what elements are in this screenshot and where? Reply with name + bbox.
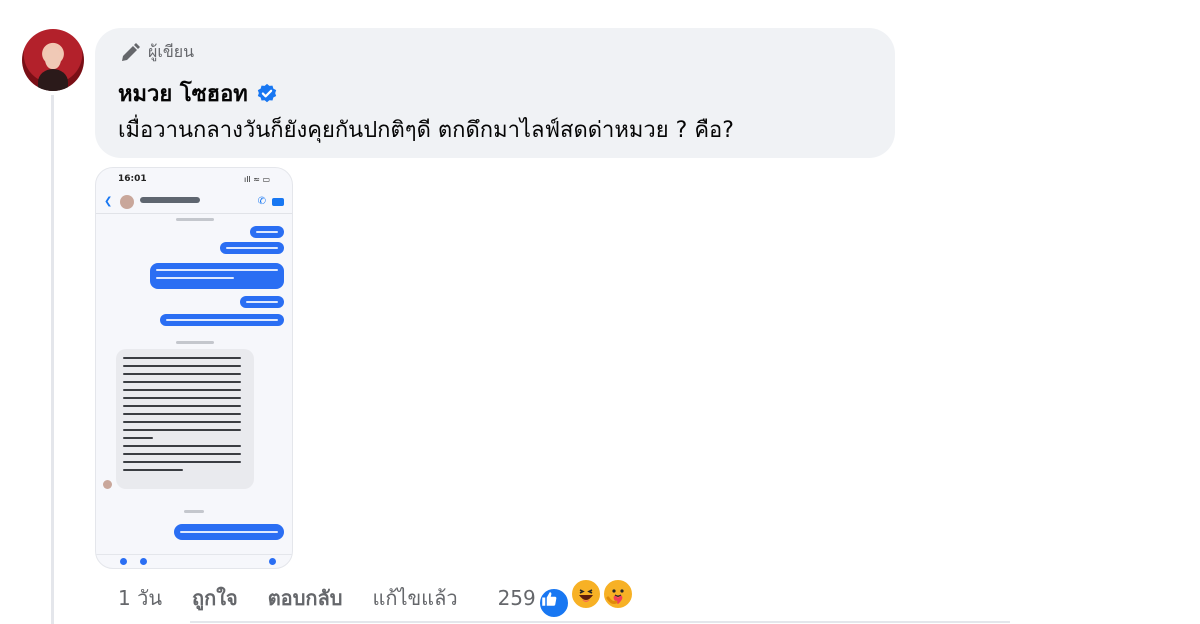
author-name-row: หมวย โซฮอท [118,76,278,111]
back-icon: ❮ [104,196,113,207]
author-avatar[interactable] [22,29,84,91]
reaction-count[interactable]: 259 [498,586,536,610]
chat-camera-icon [120,558,127,565]
video-call-icon [272,198,284,206]
comment-actions: 1 วัน ถูกใจ ตอบกลับ แก้ไขแล้ว 259 [118,577,635,619]
chat-message-out [220,242,284,254]
author-name[interactable]: หมวย โซฮอท [118,76,248,111]
care-icon [602,577,635,610]
verified-badge-icon [257,83,276,102]
avatar-face [45,47,61,69]
phone-status-icons: ıll ≈ ▭ [243,175,270,184]
pencil-icon [122,42,140,61]
chat-contact-avatar [120,195,134,209]
chat-timestamp [184,510,204,513]
chat-contact-name [140,197,200,203]
reply-button[interactable]: ตอบกลับ [268,582,343,614]
comment-timestamp[interactable]: 1 วัน [118,582,162,614]
chat-message-in [116,349,254,489]
thread-line [51,95,54,624]
reactions-summary[interactable] [537,577,635,619]
comment-image-attachment[interactable]: 16:01 ıll ≈ ▭ ❮ ✆ [95,167,293,569]
phone-status-time: 16:01 [118,174,147,184]
haha-icon [570,577,603,610]
chat-message-out [250,226,284,238]
comment-text: เมื่อวานกลางวันก็ยังคุยกันปกติๆดี ตกดึกม… [118,118,734,143]
edited-label[interactable]: แก้ไขแล้ว [372,582,457,614]
like-button[interactable]: ถูกใจ [192,582,238,614]
author-badge-label: ผู้เขียน [148,42,195,61]
chat-message-out [160,314,284,326]
chat-image-icon [140,558,147,565]
chat-timestamp [176,218,214,221]
chat-message-out [174,524,284,540]
like-icon [537,586,570,619]
chat-header: ❮ ✆ [96,192,292,214]
chat-message-out [240,296,284,308]
chat-in-avatar [103,480,112,489]
chat-input-bar [96,554,292,568]
chat-like-icon [269,558,276,565]
divider [190,621,1010,623]
author-badge: ผู้เขียน [118,40,194,65]
chat-message-out [150,263,284,289]
chat-timestamp [176,341,214,344]
avatar-body [38,69,68,91]
phone-call-icon: ✆ [257,196,266,207]
